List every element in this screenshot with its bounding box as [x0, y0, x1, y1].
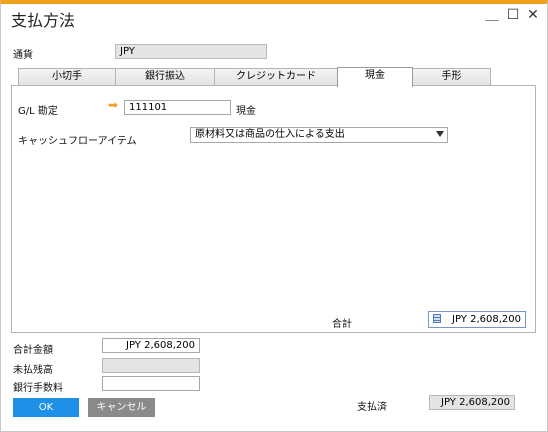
cash-total-field[interactable]: JPY 2,608,200: [428, 311, 526, 328]
total-amount-field: JPY 2,608,200: [102, 338, 200, 353]
link-arrow-icon[interactable]: ➡: [108, 98, 118, 112]
close-button[interactable]: ✕: [524, 6, 542, 24]
paid-label: 支払済: [357, 402, 387, 413]
bank-fee-field[interactable]: [102, 376, 200, 391]
currency-field: JPY: [115, 44, 267, 59]
cash-tab-panel: G/L 勘定 ➡ 111101 現金 キャッシュフローアイテム 原材料又は商品の…: [11, 85, 536, 333]
cashflow-item-select[interactable]: 原材料又は商品の仕入による支出: [190, 127, 448, 143]
tab-bank-transfer[interactable]: 銀行振込: [115, 68, 215, 86]
cash-total-value: JPY 2,608,200: [452, 314, 521, 325]
tab-credit-card[interactable]: クレジットカード: [214, 68, 338, 86]
bank-fee-label: 銀行手数料: [13, 383, 63, 394]
tab-check[interactable]: 小切手: [18, 68, 116, 86]
gl-account-field[interactable]: 111101: [124, 100, 231, 115]
gl-account-name: 現金: [236, 106, 256, 117]
tab-bill[interactable]: 手形: [412, 68, 491, 86]
chevron-down-icon: [436, 131, 444, 137]
minimize-button[interactable]: ＿: [483, 6, 501, 24]
tab-cash[interactable]: 現金: [337, 67, 413, 87]
cashflow-item-label: キャッシュフローアイテム: [18, 136, 137, 147]
maximize-button[interactable]: ☐: [504, 6, 522, 24]
currency-label: 通貨: [13, 50, 33, 61]
payment-method-window: 支払方法 ＿ ☐ ✕ 通貨 JPY 小切手 銀行振込 クレジットカード 現金 手…: [0, 0, 548, 432]
total-amount-label: 合計金額: [13, 345, 53, 356]
cash-total-label: 合計: [332, 319, 352, 330]
calculator-icon[interactable]: [433, 314, 441, 323]
balance-due-label: 未払残高: [13, 365, 53, 376]
title-bar: 支払方法 ＿ ☐ ✕: [1, 4, 547, 30]
payment-tabs: 小切手 銀行振込 クレジットカード 現金 手形: [18, 67, 491, 87]
window-title: 支払方法: [11, 11, 76, 30]
paid-field: JPY 2,608,200: [429, 395, 515, 410]
cashflow-item-value: 原材料又は商品の仕入による支出: [195, 129, 345, 140]
cancel-button[interactable]: キャンセル: [88, 398, 155, 417]
balance-due-field: [102, 358, 200, 373]
gl-account-label: G/L 勘定: [18, 106, 58, 117]
ok-button[interactable]: OK: [13, 398, 79, 417]
